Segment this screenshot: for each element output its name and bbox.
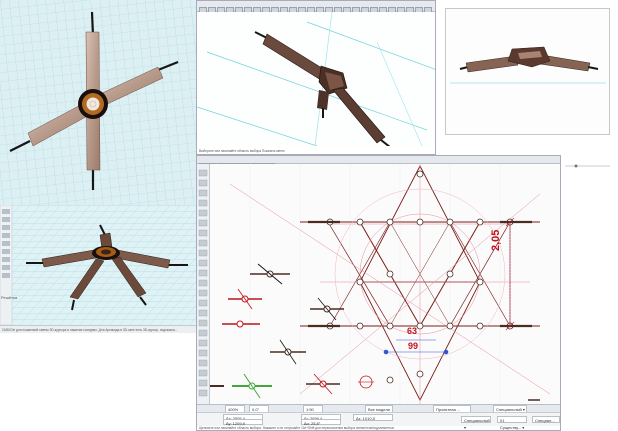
coord-z-field[interactable]: ∆z: 1010,5 [353,414,393,421]
side-label: Решётка [1,295,18,300]
top-middle-3d-canvas[interactable] [197,12,436,146]
coord-y-field[interactable]: ∆y: 1209,9 [223,419,263,426]
special-dropdown-3[interactable]: Специал... [532,416,560,423]
top-middle-3d-window[interactable]: Выберите или начинайте область выбора По… [196,0,436,155]
plan-hint: Щелкните или начинайте область выбора. Н… [199,426,395,430]
status-hint: CMD/Ctrl для пошаговой смены 3D-курсора … [2,328,178,332]
dimension-upper[interactable]: 63 [407,326,417,336]
coordinate-bar[interactable]: ∆x: 2505,4 ∆y: 1209,9 ∆r: 2659,4 ∆α: 25,… [197,412,560,430]
plan-canvas[interactable] [210,164,560,404]
top-middle-status: Выберите или начинайте область выбора По… [199,149,285,153]
top-middle-toolbar[interactable] [197,1,435,33]
special-dropdown-2[interactable]: Специальный ▾ [461,416,491,430]
plan-toolbox[interactable] [197,164,210,412]
top-right-3d-canvas[interactable] [446,9,610,135]
top-right-3d-view[interactable] [445,8,610,135]
plan-tab-strip[interactable] [197,156,560,169]
phase-dropdown[interactable]: 01 Существу... ▾ [497,416,527,430]
top-left-3d-view[interactable] [0,0,196,205]
coord-a-field[interactable]: ∆α: 25,8° [301,419,341,426]
dimension-vertical[interactable]: 2,05 [490,230,502,251]
top-left-3d-canvas[interactable] [0,0,196,205]
plan-window[interactable]: 2,05 63 99 400% 0,0° 1:50 Все модели ▾ П… [196,155,561,431]
right-marker [565,158,610,168]
bottom-left-3d-view[interactable] [0,205,196,325]
beam-stub [317,90,329,110]
bottom-left-3d-canvas[interactable] [0,205,196,325]
dimension-lower[interactable]: 99 [408,341,418,351]
bottom-left-statusbar: CMD/Ctrl для пошаговой смены 3D-курсора … [0,325,196,333]
